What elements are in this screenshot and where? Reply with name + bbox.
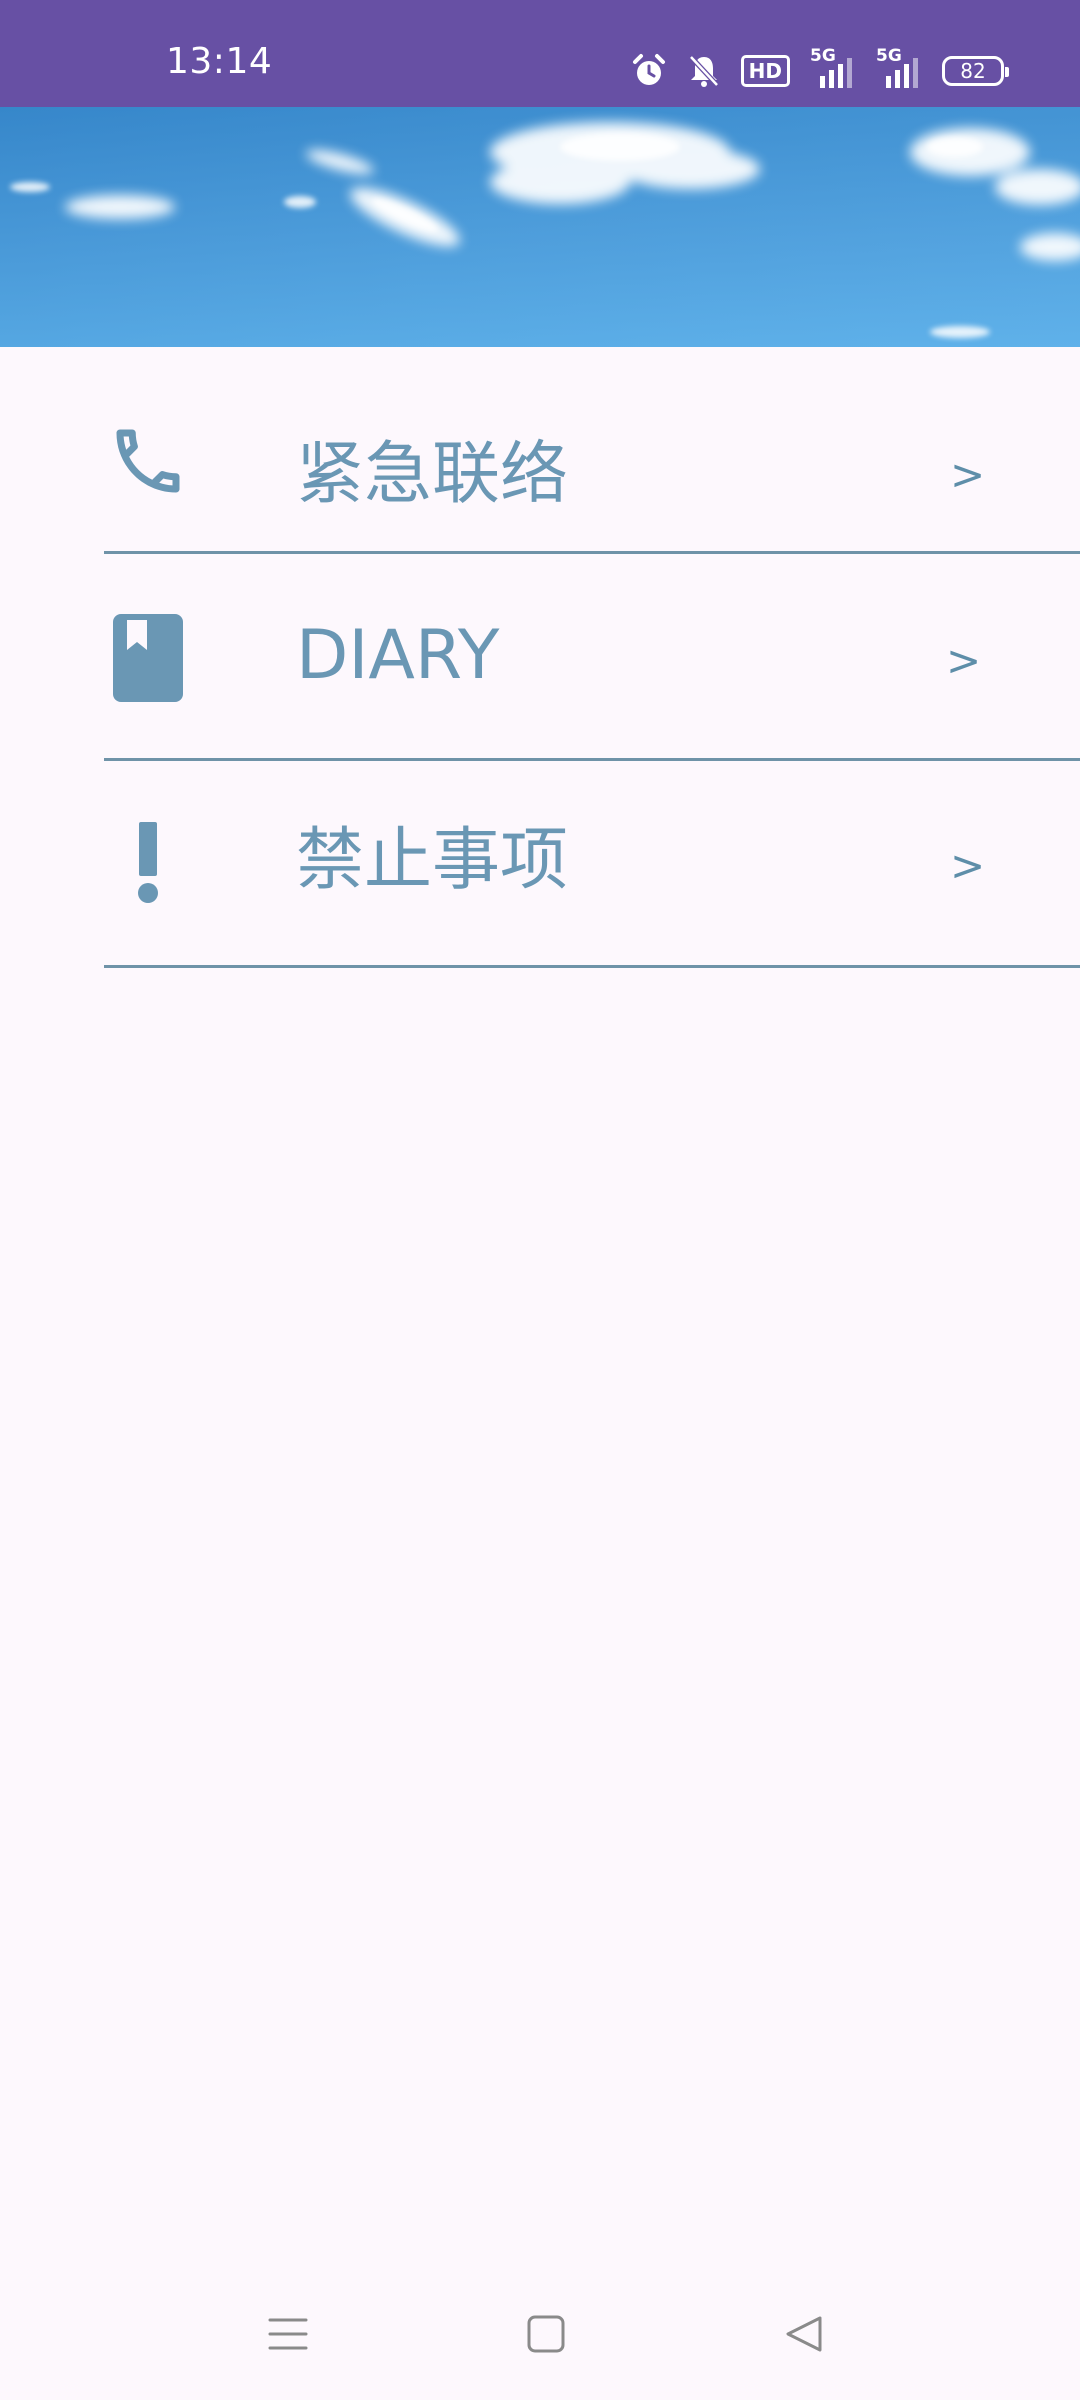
chevron-right-icon: > <box>950 450 986 499</box>
mute-bell-icon <box>687 53 721 89</box>
signal-5g-icon: 5G <box>810 48 856 90</box>
menu-list: 紧急联络 > DIARY > 禁止事项 > <box>0 347 1080 968</box>
menu-item-label: 禁止事项 <box>296 821 569 900</box>
status-bar: 13:14 HD 5G 5G 82 <box>0 0 1080 107</box>
system-navigation-bar <box>0 2268 1080 2400</box>
chevron-right-icon: > <box>946 636 982 685</box>
hd-voice-badge: HD <box>740 55 790 87</box>
book-icon <box>104 614 192 702</box>
menu-lines-icon[interactable] <box>258 2304 318 2364</box>
menu-item-label: 紧急联络 <box>296 435 569 514</box>
home-square-icon[interactable] <box>516 2304 576 2364</box>
menu-item-diary[interactable]: DIARY > <box>0 554 1080 761</box>
exclamation-icon <box>104 819 192 907</box>
back-triangle-icon[interactable] <box>774 2304 834 2364</box>
alarm-icon <box>631 53 667 89</box>
battery-icon: 82 <box>942 56 1009 86</box>
status-time: 13:14 <box>166 41 273 82</box>
divider <box>104 965 1080 968</box>
menu-item-label: DIARY <box>296 616 500 695</box>
status-icons: HD 5G 5G 82 <box>631 48 1009 92</box>
signal-5g-icon-2: 5G <box>876 48 922 90</box>
sky-banner-image <box>0 107 1080 347</box>
battery-level: 82 <box>960 59 986 83</box>
chevron-right-icon: > <box>950 841 986 890</box>
phone-icon <box>104 417 192 505</box>
menu-item-emergency-contact[interactable]: 紧急联络 > <box>0 347 1080 554</box>
menu-item-prohibited-items[interactable]: 禁止事项 > <box>0 761 1080 968</box>
app-screen: 13:14 HD 5G 5G 82 紧急联络 > DIARY > 禁止事项 > <box>0 0 1080 2400</box>
